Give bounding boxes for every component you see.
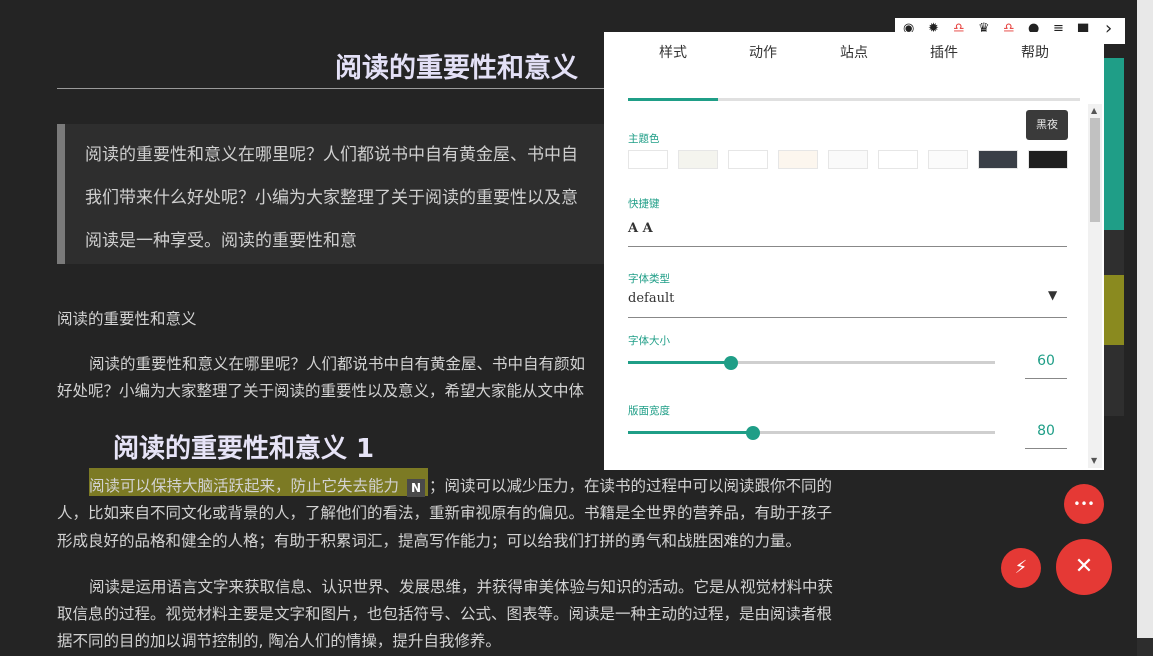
- blockquote: 阅读的重要性和意义在哪里呢？人们都说书中自有黄金屋、书中自 我们带来什么好处呢？…: [57, 124, 625, 264]
- theme-swatch[interactable]: [978, 150, 1018, 169]
- tab-style[interactable]: 样式: [628, 42, 718, 62]
- theme-swatch[interactable]: [628, 150, 668, 169]
- para-line: 阅读是运用语言文字来获取信息、认识世界、发展思维，并获得审美体验与知识的活动。它…: [89, 578, 834, 596]
- chevron-right-icon[interactable]: ›: [1105, 18, 1112, 39]
- flashlight-icon: ⚡: [1014, 557, 1028, 578]
- chevron-down-icon[interactable]: ▼: [1048, 288, 1057, 302]
- intro-line: 好处呢？小编为大家整理了关于阅读的重要性以及意义，希望大家能从文中体: [57, 382, 585, 400]
- theme-tooltip: 黑夜: [1026, 110, 1068, 140]
- font-type-label: 字体类型: [628, 273, 670, 285]
- shortcut-label: 快捷键: [628, 198, 660, 210]
- theme-swatch[interactable]: [728, 150, 768, 169]
- font-size-label: 字体大小: [628, 335, 670, 347]
- section-heading: 阅读的重要性和意义 1: [113, 434, 375, 464]
- font-type-underline: [628, 317, 1067, 318]
- section-label: 阅读的重要性和意义: [57, 310, 197, 328]
- page-width-slider-knob[interactable]: [746, 426, 760, 440]
- page-width-value-underline: [1025, 448, 1067, 449]
- side-card-green[interactable]: [1102, 58, 1124, 230]
- page-width-value[interactable]: 80: [1025, 423, 1067, 439]
- more-icon: •••: [1073, 497, 1095, 511]
- para-line: 据不同的目的加以调节控制的, 陶冶人们的情操，提升自我修养。: [57, 632, 501, 650]
- intro-line: 阅读的重要性和意义在哪里呢？人们都说书中自有黄金屋、书中自有颜如: [89, 355, 586, 373]
- theme-swatch[interactable]: [1028, 150, 1068, 169]
- tab-actions[interactable]: 动作: [718, 42, 808, 62]
- para-line: 取信息的过程。视觉材料主要是文字和图片，也包括符号、公式、图表等。阅读是一种主动…: [57, 605, 833, 623]
- para-line: 形成良好的品格和健全的人格；有助于积累词汇，提高写作能力；可以给我们打拼的勇气和…: [57, 532, 802, 550]
- page-title-text: 阅读的重要性和意义: [335, 53, 578, 84]
- para-text: ；阅读可以减少压力，在读书的过程中可以阅读跟你不同的: [429, 477, 833, 495]
- para-line: 人，比如来自不同文化或背景的人，了解他们的看法，重新审视原有的偏见。书籍是全世界…: [57, 504, 833, 522]
- theme-swatch[interactable]: [878, 150, 918, 169]
- theme-swatch[interactable]: [678, 150, 718, 169]
- panel-scrollbar[interactable]: ▲ ▼: [1088, 104, 1102, 468]
- panel-scroll-thumb[interactable]: [1090, 118, 1100, 222]
- page-width-slider-fill: [628, 431, 753, 434]
- highlighted-text[interactable]: 阅读可以保持大脑活跃起来，防止它失去能力: [89, 474, 399, 496]
- font-size-value-underline: [1025, 378, 1067, 379]
- font-size-slider-fill: [628, 361, 731, 364]
- quote-line: 阅读是一种享受。阅读的重要性和意: [85, 231, 357, 251]
- theme-swatch[interactable]: [928, 150, 968, 169]
- tab-help[interactable]: 帮助: [990, 42, 1080, 62]
- close-icon: ✕: [1074, 554, 1094, 579]
- shortcut-underline: [628, 246, 1067, 247]
- theme-swatch[interactable]: [778, 150, 818, 169]
- tab-plugins[interactable]: 插件: [899, 42, 989, 62]
- close-button[interactable]: ✕: [1056, 539, 1112, 595]
- side-card-olive[interactable]: [1102, 275, 1124, 345]
- page-title: 阅读的重要性和意义: [57, 40, 647, 89]
- theme-label: 主题色: [628, 133, 660, 145]
- tab-active-indicator: [628, 98, 718, 101]
- scroll-down-icon[interactable]: ▼: [1091, 456, 1097, 465]
- more-button[interactable]: •••: [1064, 484, 1104, 524]
- page-scrollbar[interactable]: [1137, 0, 1153, 656]
- note-badge[interactable]: N: [407, 479, 425, 497]
- light-button[interactable]: ⚡: [1001, 548, 1041, 588]
- font-size-value[interactable]: 60: [1025, 353, 1067, 369]
- theme-swatch[interactable]: [828, 150, 868, 169]
- quote-line: 我们带来什么好处呢？小编为大家整理了关于阅读的重要性以及意: [85, 188, 578, 208]
- font-type-select[interactable]: default: [628, 291, 674, 306]
- tab-sites[interactable]: 站点: [809, 42, 899, 62]
- page-scroll-thumb[interactable]: [1137, 0, 1153, 638]
- scroll-up-icon[interactable]: ▲: [1091, 106, 1097, 115]
- quote-line: 阅读的重要性和意义在哪里呢？人们都说书中自有黄金屋、书中自: [85, 145, 578, 165]
- font-size-slider-knob[interactable]: [724, 356, 738, 370]
- shortcut-value[interactable]: A A: [628, 221, 653, 236]
- page-width-label: 版面宽度: [628, 405, 670, 417]
